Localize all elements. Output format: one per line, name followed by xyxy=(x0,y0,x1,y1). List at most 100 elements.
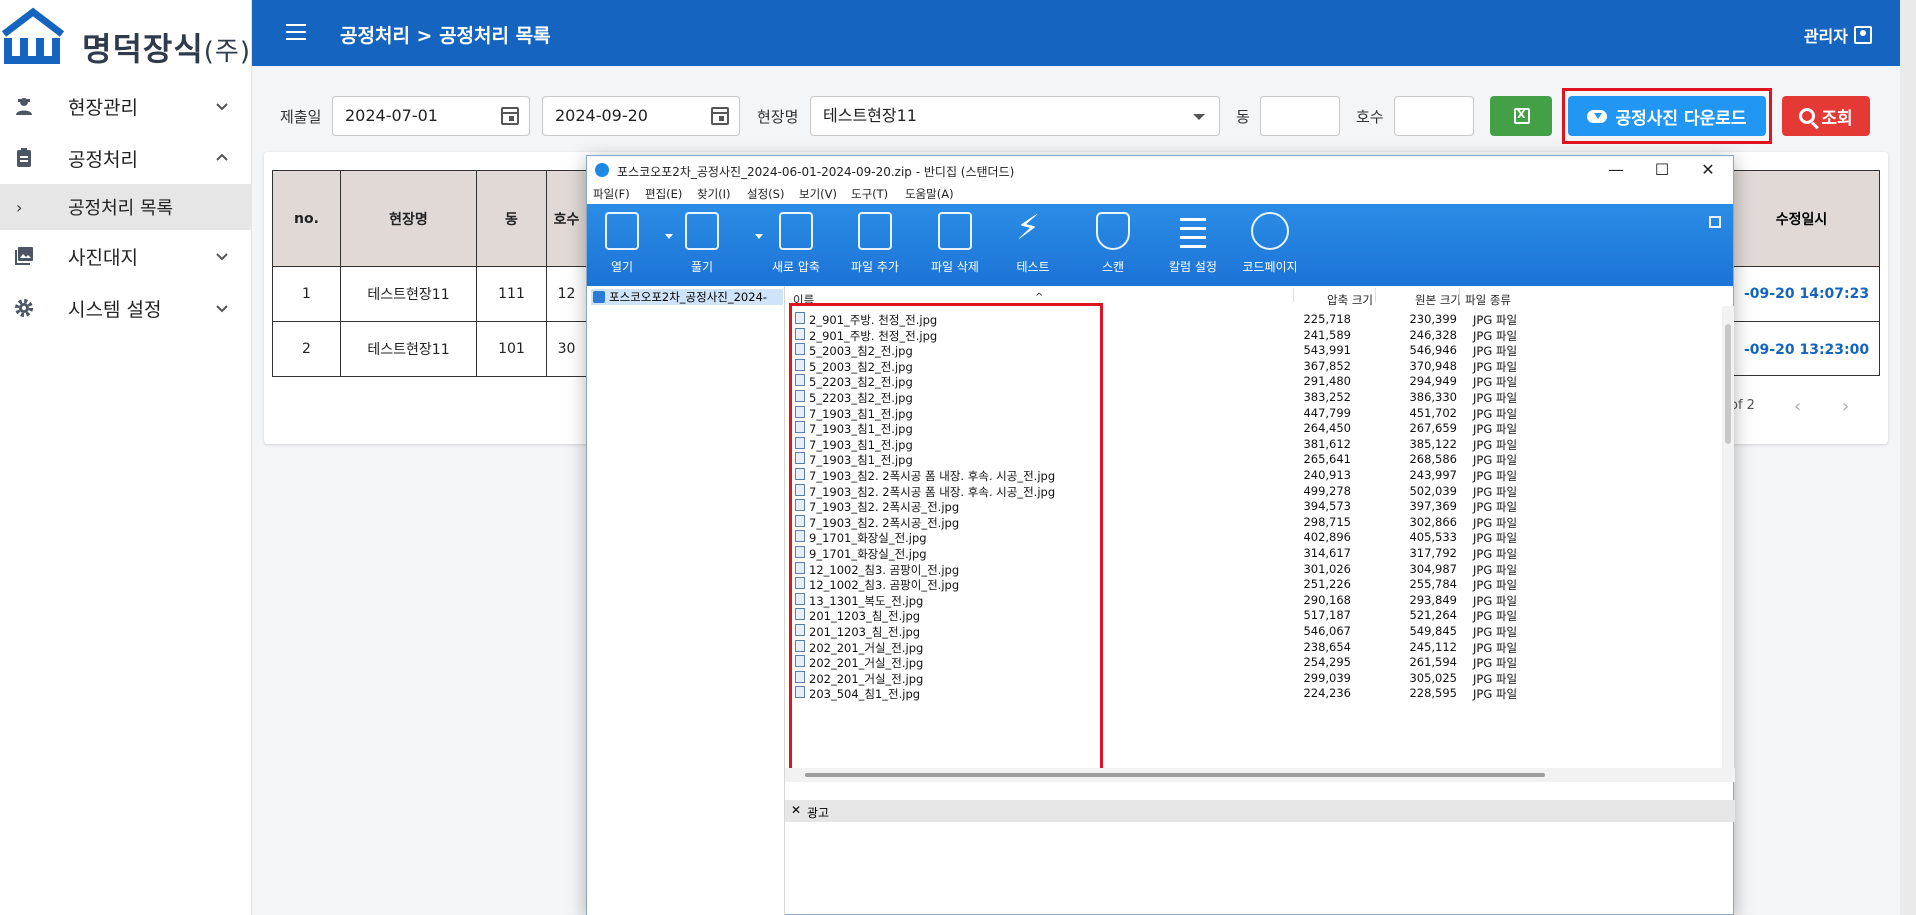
excel-export-button[interactable] xyxy=(1490,96,1552,136)
sidebar-item-process[interactable]: 공정처리 xyxy=(0,132,252,184)
column-settings-button[interactable]: 칼럼 설정 xyxy=(1158,212,1228,275)
calendar-icon[interactable] xyxy=(501,107,519,125)
menu-find[interactable]: 찾기(I) xyxy=(697,186,731,202)
open-icon xyxy=(605,212,639,250)
maximize-icon[interactable]: ☐ xyxy=(1639,158,1685,182)
extract-button[interactable]: 풀기 xyxy=(667,212,737,275)
page-scrollbar[interactable] xyxy=(1900,0,1916,915)
file-add-icon xyxy=(858,212,892,250)
tree-item-archive[interactable]: 포스코오포2차_공정사진_2024- xyxy=(591,289,783,305)
user-menu[interactable]: 관리자 xyxy=(1804,23,1872,47)
zip-file-icon xyxy=(593,291,605,303)
table-cell: 12 xyxy=(546,266,587,322)
close-icon[interactable]: ✕ xyxy=(1685,158,1731,182)
sidebar-item-site-management[interactable]: 현장관리 xyxy=(0,80,252,132)
column-header[interactable]: 동 xyxy=(476,170,547,267)
new-archive-button[interactable]: 새로 압축 xyxy=(761,212,831,275)
gear-icon xyxy=(12,296,36,320)
toolbar-label: 스캔 xyxy=(1101,260,1125,274)
menu-view[interactable]: 보기(V) xyxy=(799,186,837,202)
sidebar-item-photo-sheet[interactable]: 사진대지 xyxy=(0,230,252,282)
search-button[interactable]: 조회 xyxy=(1782,96,1870,136)
table-cell: 테스트현장11 xyxy=(340,321,477,377)
toolbar-label: 새로 압축 xyxy=(772,260,820,274)
codepage-button[interactable]: 코드페이지 xyxy=(1235,212,1305,275)
table-cell: 101 xyxy=(476,321,547,377)
table-row[interactable]: 1 테스트현장11 111 12 xyxy=(272,266,587,322)
layout-grid-icon[interactable] xyxy=(1709,216,1721,228)
window-title: 포스코오포2차_공정사진_2024-06-01-2024-09-20.zip -… xyxy=(617,165,1015,179)
photo-library-icon xyxy=(12,244,36,268)
file-delete-icon xyxy=(938,212,972,250)
test-button[interactable]: 테스트 xyxy=(998,208,1068,275)
dong-input[interactable] xyxy=(1260,96,1340,136)
column-separator[interactable] xyxy=(1293,288,1294,302)
column-header-type[interactable]: 파일 종류 xyxy=(1465,292,1511,308)
results-table: no. 현장명 동 호수 1 테스트현장11 111 12 2 테스트현장11 … xyxy=(272,170,587,377)
excel-icon xyxy=(1514,108,1530,124)
site-select-value: 테스트현장11 xyxy=(823,106,917,125)
menu-bar: 파일(F) 편집(E) 찾기(I) 설정(S) 보기(V) 도구(T) 도움말(… xyxy=(587,184,1733,204)
sidebar-nav: 현장관리 공정처리 › 공정처리 목록 사진대지 시스템 설정 xyxy=(0,80,252,334)
end-date-value: 2024-09-20 xyxy=(555,106,648,125)
sort-up-icon: ^ xyxy=(1035,292,1044,303)
column-header[interactable]: 호수 xyxy=(546,170,587,267)
close-icon[interactable]: ✕ xyxy=(791,803,801,817)
sidebar-subitem-process-list[interactable]: › 공정처리 목록 xyxy=(0,184,252,230)
column-header[interactable]: no. xyxy=(272,170,341,267)
minimize-icon[interactable]: — xyxy=(1593,158,1639,182)
column-separator[interactable] xyxy=(1459,288,1460,302)
column-header-packed[interactable]: 압축 크기 xyxy=(1327,292,1373,308)
column-separator[interactable] xyxy=(1375,288,1376,302)
menu-edit[interactable]: 편집(E) xyxy=(645,186,682,202)
horizontal-scrollbar[interactable] xyxy=(785,768,1735,782)
open-button[interactable]: 열기 xyxy=(587,212,657,275)
sidebar-item-system-settings[interactable]: 시스템 설정 xyxy=(0,282,252,334)
table-row[interactable]: 2 테스트현장11 101 30 xyxy=(272,321,587,377)
delete-file-button[interactable]: 파일 삭제 xyxy=(920,212,990,275)
toolbar-label: 칼럼 설정 xyxy=(1169,260,1217,274)
start-date-field[interactable]: 2024-07-01 xyxy=(332,96,530,136)
updated-link[interactable]: -09-20 14:07:23 xyxy=(1724,267,1879,322)
scan-button[interactable]: 스캔 xyxy=(1078,212,1148,275)
shield-icon xyxy=(1096,212,1130,250)
toolbar-label: 코드페이지 xyxy=(1242,260,1298,274)
chevron-left-icon[interactable]: ‹ xyxy=(1794,396,1801,417)
user-label: 관리자 xyxy=(1803,27,1848,46)
menu-icon[interactable] xyxy=(286,24,306,40)
filter-bar: 제출일 2024-07-01 2024-09-20 현장명 테스트현장11 동 … xyxy=(252,66,1900,146)
menu-file[interactable]: 파일(F) xyxy=(593,186,630,202)
chevron-right-icon[interactable]: › xyxy=(1842,396,1849,417)
bandizip-toolbar: 열기 풀기 새로 압축 파일 추가 파일 삭제 테스트 스캔 칼럼 설정 코드페… xyxy=(587,204,1733,286)
table-cell: 111 xyxy=(476,266,547,322)
sidebar-item-label: 시스템 설정 xyxy=(68,298,162,321)
unit-input[interactable] xyxy=(1394,96,1474,136)
list-icon xyxy=(1176,212,1210,250)
menu-help[interactable]: 도움말(A) xyxy=(905,186,954,202)
table-cell: 1 xyxy=(272,266,341,322)
site-select[interactable]: 테스트현장11 xyxy=(810,96,1220,136)
ad-label: 광고 xyxy=(807,806,830,820)
company-logo[interactable]: 명덕장식(주) xyxy=(0,4,252,68)
calendar-icon[interactable] xyxy=(711,107,729,125)
column-header-original[interactable]: 원본 크기 xyxy=(1415,292,1461,308)
vertical-scrollbar[interactable] xyxy=(1722,306,1734,768)
person-hardhat-icon xyxy=(12,94,36,118)
scroll-thumb[interactable] xyxy=(1725,324,1731,444)
column-header[interactable]: 현장명 xyxy=(340,170,477,267)
search-icon xyxy=(1799,108,1816,124)
updated-link[interactable]: -09-20 13:23:00 xyxy=(1724,322,1879,377)
extract-icon xyxy=(685,212,719,250)
dong-label: 동 xyxy=(1236,108,1250,126)
scroll-thumb[interactable] xyxy=(805,773,1545,777)
site-label: 현장명 xyxy=(757,108,799,126)
chevron-down-icon xyxy=(216,253,228,261)
menu-tools[interactable]: 도구(T) xyxy=(851,186,888,202)
add-file-button[interactable]: 파일 추가 xyxy=(840,212,910,275)
column-header[interactable]: 수정일시 xyxy=(1724,171,1879,267)
globe-icon xyxy=(1251,212,1289,250)
window-titlebar[interactable]: 포스코오포2차_공정사진_2024-06-01-2024-09-20.zip -… xyxy=(587,156,1733,184)
zip-icon xyxy=(779,212,813,250)
menu-settings[interactable]: 설정(S) xyxy=(747,186,784,202)
end-date-field[interactable]: 2024-09-20 xyxy=(542,96,740,136)
